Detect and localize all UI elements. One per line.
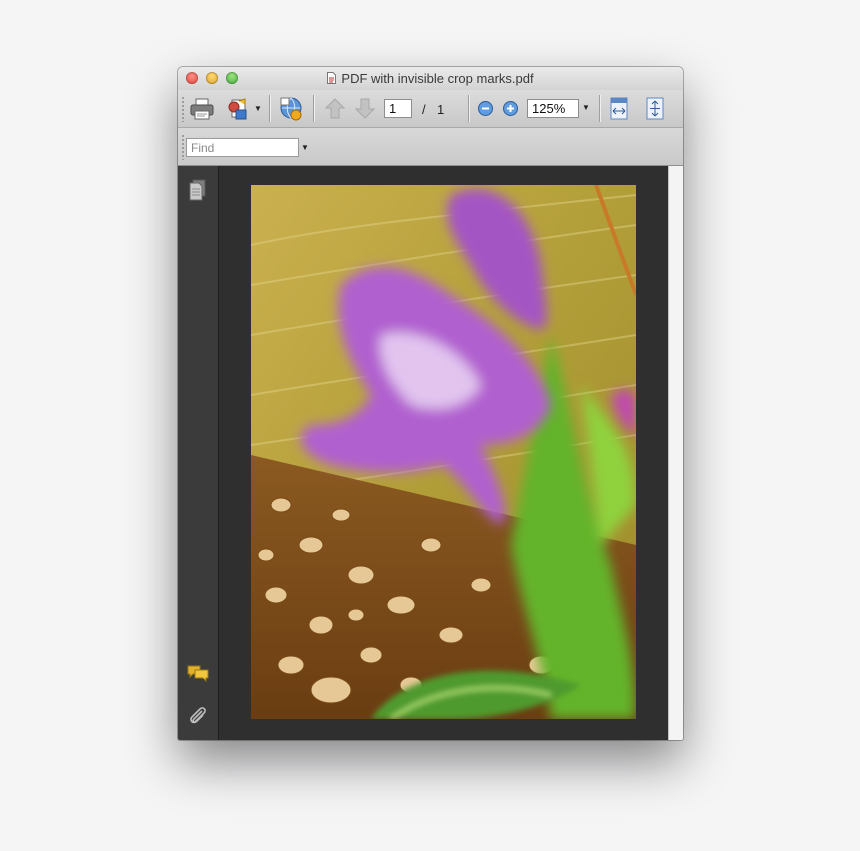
find-input[interactable]: Find — [186, 138, 299, 157]
window-title-text: PDF with invisible crop marks.pdf — [341, 71, 534, 86]
toolbar-separator — [599, 95, 600, 122]
next-page-icon[interactable] — [354, 98, 376, 119]
create-pdf-icon[interactable] — [226, 97, 252, 121]
page-number-input[interactable]: 1 — [384, 99, 412, 118]
zoom-dropdown-icon[interactable]: ▼ — [582, 103, 590, 112]
collaborate-globe-icon[interactable] — [278, 96, 305, 121]
print-icon[interactable] — [190, 98, 214, 120]
page-total: 1 — [437, 102, 445, 117]
pdf-page[interactable] — [251, 185, 636, 719]
zoom-out-icon[interactable] — [477, 100, 494, 117]
pages-icon[interactable] — [188, 179, 207, 201]
fit-page-icon[interactable] — [645, 97, 665, 120]
vertical-scrollbar[interactable] — [668, 166, 683, 740]
document-view[interactable] — [219, 166, 668, 740]
pdf-viewer-window: PDF with invisible crop marks.pdf ▼ 1 / … — [178, 67, 683, 740]
main-toolbar: ▼ 1 / 1 125% ▼ — [178, 90, 683, 128]
zoom-in-icon[interactable] — [502, 100, 519, 117]
page-separator: / — [422, 102, 426, 117]
title-bar[interactable]: PDF with invisible crop marks.pdf — [178, 67, 683, 90]
toolbar-separator — [269, 95, 270, 122]
find-toolbar: Find ▼ — [178, 128, 683, 166]
navigation-pane — [178, 166, 219, 740]
previous-page-icon[interactable] — [324, 98, 346, 119]
window-title: PDF with invisible crop marks.pdf — [178, 71, 683, 86]
zoom-level-input[interactable]: 125% — [527, 99, 579, 118]
page-photo-flower — [251, 185, 636, 719]
toolbar-separator — [468, 95, 469, 122]
fit-width-icon[interactable] — [609, 97, 629, 120]
pdf-document-icon — [327, 72, 337, 84]
attachments-icon[interactable] — [187, 705, 209, 727]
find-options-dropdown-icon[interactable]: ▼ — [301, 143, 309, 152]
toolbar-separator — [313, 95, 314, 122]
comments-icon[interactable] — [186, 664, 210, 684]
toolbar-grip[interactable] — [181, 96, 185, 122]
create-pdf-dropdown-icon[interactable]: ▼ — [254, 104, 262, 113]
find-toolbar-grip[interactable] — [181, 134, 185, 160]
